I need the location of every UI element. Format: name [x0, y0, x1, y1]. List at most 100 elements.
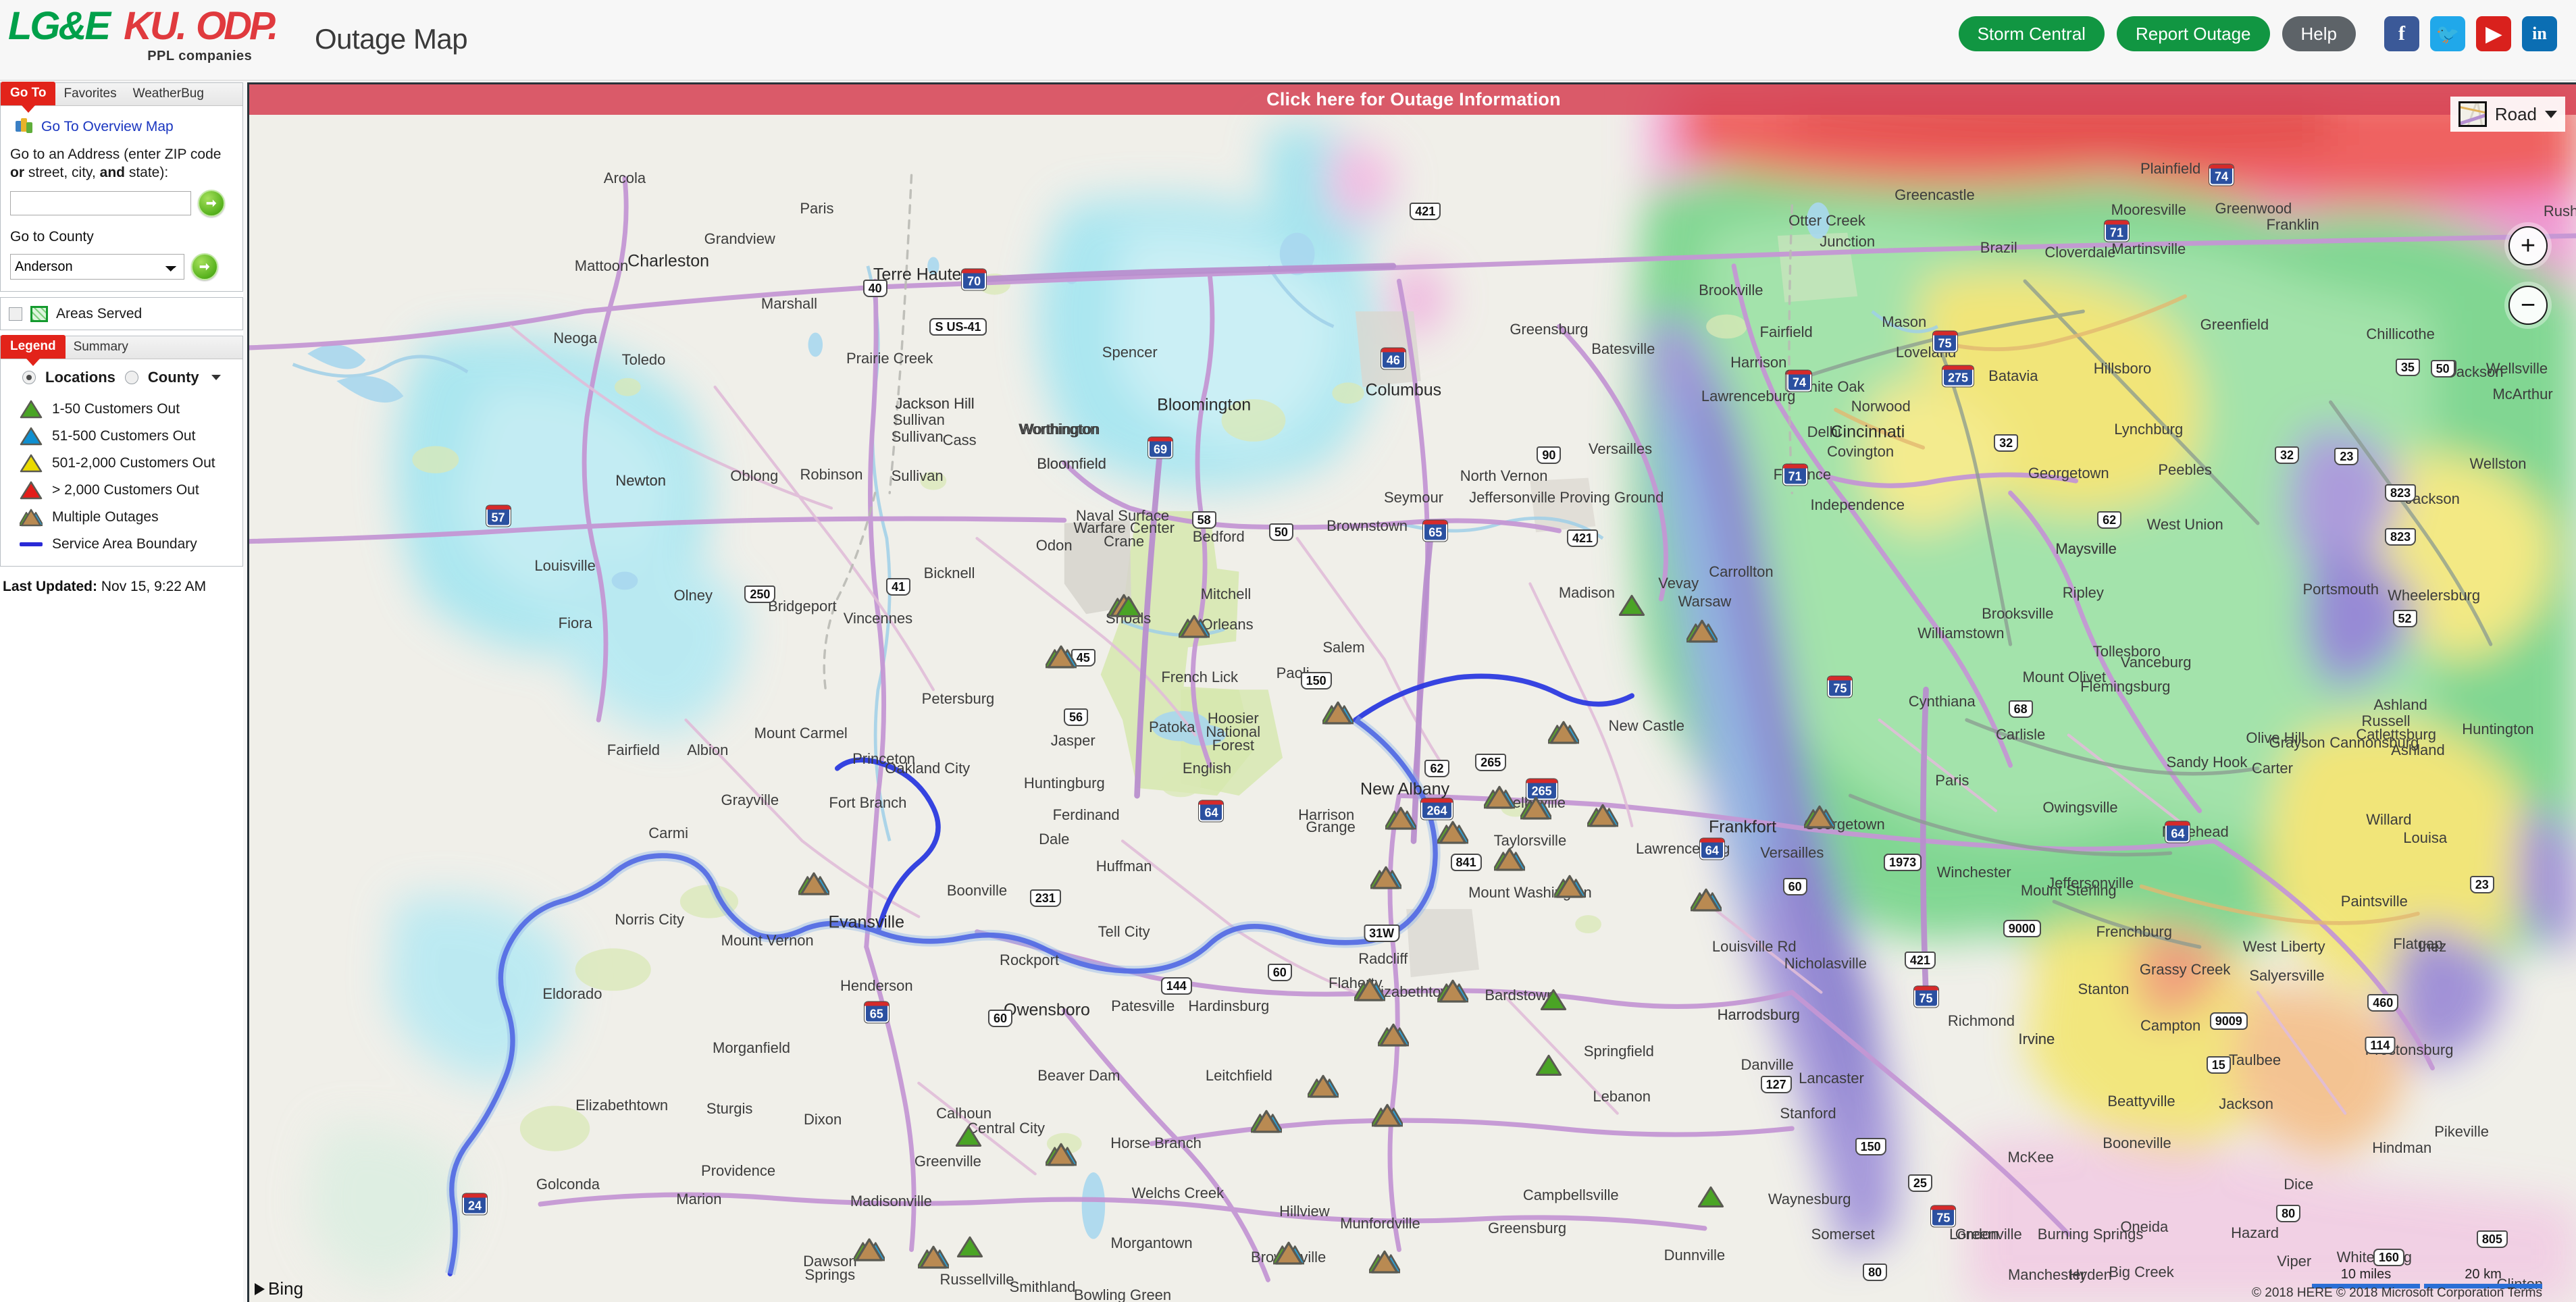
outage-marker-multiple[interactable] — [1353, 976, 1387, 1006]
overview-map-link[interactable]: Go To Overview Map — [41, 119, 174, 135]
address-go-button[interactable] — [198, 190, 225, 217]
highway-shield: 421 — [1410, 203, 1441, 221]
outage-marker-multiple[interactable] — [1689, 886, 1724, 916]
highway-shield: 74 — [1787, 370, 1812, 392]
ppl-tagline: PPL companies — [147, 49, 253, 63]
outage-marker-multiple[interactable] — [1383, 804, 1418, 835]
county-go-button[interactable] — [191, 253, 218, 280]
outage-marker-green[interactable] — [956, 1234, 983, 1262]
highway-shield: 75 — [1828, 676, 1853, 698]
outage-marker-multiple[interactable] — [1518, 794, 1553, 825]
report-outage-button[interactable]: Report Outage — [2116, 16, 2270, 51]
outage-marker-multiple[interactable] — [1044, 643, 1079, 673]
goto-panel: Go To Favorites WeatherBug Go To Overvie… — [0, 82, 243, 292]
outage-marker-multiple[interactable] — [1546, 719, 1581, 749]
zoom-out-button[interactable]: − — [2508, 286, 2548, 325]
outage-marker-multiple[interactable] — [1370, 1101, 1405, 1132]
outage-marker-multiple[interactable] — [1367, 1248, 1402, 1278]
highway-shield: 823 — [2385, 527, 2417, 546]
county-select[interactable]: Anderson — [10, 254, 184, 280]
outage-marker-green[interactable] — [1115, 594, 1142, 622]
road-map-thumbnail-icon — [2458, 101, 2487, 127]
highway-shield: 23 — [2469, 876, 2494, 894]
legend-label-51-500: 51-500 Customers Out — [52, 428, 196, 444]
outage-information-banner[interactable]: Click here for Outage Information — [249, 84, 2576, 115]
map-container[interactable]: Arcola Paris Plainfield Greencastle Mooresvi… — [247, 82, 2576, 1302]
outage-marker-multiple[interactable] — [1435, 818, 1470, 849]
outage-marker-multiple[interactable] — [1177, 613, 1211, 643]
map-type-label: Road — [2494, 103, 2537, 124]
address-input[interactable] — [10, 191, 191, 215]
storm-central-button[interactable]: Storm Central — [1958, 16, 2105, 51]
tab-go-to[interactable]: Go To — [1, 82, 56, 105]
map-attribution: © 2018 HERE © 2018 Microsoft Corporation… — [2252, 1286, 2542, 1300]
outage-marker-green[interactable] — [1697, 1184, 1724, 1212]
highway-shield: 57 — [486, 505, 511, 527]
bing-logo[interactable]: Bing — [255, 1278, 303, 1299]
radio-locations[interactable] — [22, 371, 36, 384]
outage-marker-green[interactable] — [1535, 1053, 1562, 1080]
highway-shield: 75 — [1913, 986, 1938, 1008]
areas-served-checkbox[interactable] — [9, 307, 22, 321]
address-label-part1: Go to an Address (enter ZIP code — [10, 147, 222, 162]
tab-legend[interactable]: Legend — [1, 335, 66, 359]
twitter-icon[interactable]: 🐦 — [2430, 16, 2465, 51]
outage-marker-green[interactable] — [1540, 988, 1567, 1016]
outage-marker-multiple[interactable] — [1320, 699, 1356, 729]
outage-marker-green[interactable] — [1618, 593, 1645, 621]
zoom-in-button[interactable]: + — [2508, 226, 2548, 265]
overview-map-row[interactable]: Go To Overview Map — [16, 118, 233, 136]
scalebar-km-label: 20 km — [2465, 1267, 2502, 1282]
outage-marker-multiple[interactable] — [1368, 864, 1403, 894]
map-type-selector[interactable]: Road — [2450, 97, 2565, 132]
highway-shield: 32 — [2274, 446, 2300, 464]
page-title: Outage Map — [315, 23, 468, 55]
highway-shield: 75 — [1931, 1205, 1956, 1227]
outage-marker-multiple[interactable] — [1585, 802, 1620, 832]
youtube-icon[interactable]: ▶ — [2476, 16, 2511, 51]
outage-marker-multiple[interactable] — [1435, 977, 1470, 1008]
outage-marker-multiple[interactable] — [1482, 783, 1517, 814]
radio-county[interactable] — [124, 371, 138, 384]
tab-weatherbug[interactable]: WeatherBug — [125, 83, 212, 105]
highway-shield: 841 — [1450, 853, 1482, 871]
help-button[interactable]: Help — [2282, 16, 2356, 51]
facebook-icon[interactable]: f — [2384, 16, 2419, 51]
outage-marker-multiple[interactable] — [1492, 845, 1527, 876]
map-canvas[interactable]: Arcola Paris Plainfield Greencastle Mooresvi… — [249, 84, 2576, 1302]
legend-item-boundary: Service Area Boundary — [7, 531, 236, 558]
outage-marker-green[interactable] — [955, 1124, 982, 1151]
map-pins-icon — [16, 118, 33, 136]
address-label-part2: street, city, — [24, 165, 100, 180]
outage-marker-multiple[interactable] — [1802, 803, 1837, 833]
legend-label-501-2000: 501-2,000 Customers Out — [52, 455, 215, 471]
outage-marker-multiple[interactable] — [1552, 873, 1587, 903]
outage-marker-multiple[interactable] — [1306, 1072, 1341, 1103]
legend-body: Locations County 1-50 Customers Out 51-5… — [1, 359, 242, 566]
tab-summary[interactable]: Summary — [66, 336, 136, 359]
areas-served-panel[interactable]: Areas Served — [0, 297, 243, 330]
outage-marker-multiple[interactable] — [916, 1243, 951, 1274]
outage-marker-multiple[interactable] — [1376, 1021, 1411, 1051]
outage-marker-multiple[interactable] — [1250, 1108, 1284, 1138]
highway-shield: 64 — [1699, 838, 1724, 860]
outage-marker-multiple[interactable] — [1044, 1141, 1079, 1171]
outage-marker-multiple[interactable] — [1684, 617, 1720, 648]
highway-shield: 62 — [1424, 759, 1449, 777]
highway-shield: 40 — [862, 280, 887, 298]
outage-marker-multiple[interactable] — [1271, 1239, 1306, 1270]
highway-shield: 9009 — [2209, 1012, 2248, 1030]
chevron-down-icon[interactable] — [2545, 110, 2557, 118]
ku-logo: KU. — [124, 4, 187, 48]
linkedin-icon[interactable]: in — [2522, 16, 2557, 51]
highway-shield: 80 — [2276, 1204, 2301, 1222]
bing-mark-icon — [255, 1282, 265, 1295]
highway-shield: 127 — [1760, 1076, 1792, 1094]
outage-marker-multiple[interactable] — [796, 870, 831, 900]
bing-label: Bing — [268, 1278, 304, 1299]
county-dropdown-caret-icon[interactable] — [211, 375, 221, 380]
areas-served-label: Areas Served — [56, 306, 143, 321]
outage-marker-multiple[interactable] — [852, 1236, 887, 1266]
tab-favorites[interactable]: Favorites — [55, 83, 124, 105]
multiple-outages-triangle-icon — [20, 507, 43, 527]
